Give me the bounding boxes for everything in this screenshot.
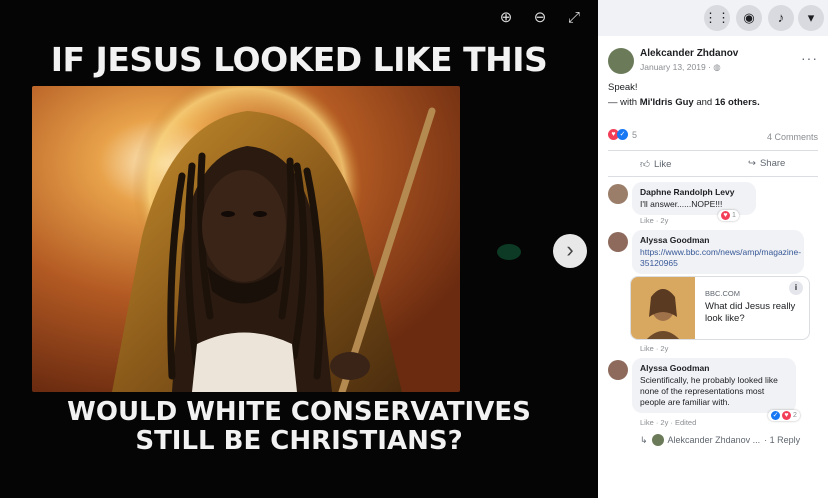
comment-count[interactable]: 4 Comments (767, 132, 818, 142)
globe-icon: ◍ (713, 62, 721, 72)
reply-arrow-icon: ↳ (640, 434, 648, 445)
next-photo-button[interactable]: › (553, 234, 587, 268)
reaction-count: 5 (632, 129, 638, 140)
meme-bottom-text: WOULD WHITE CONSERVATIVES STILL BE CHRIS… (0, 398, 598, 456)
love-icon: ♥ (782, 411, 791, 420)
account-caret-icon[interactable]: ▾ (798, 5, 824, 31)
zoom-in-icon[interactable]: ⊕ (496, 8, 516, 28)
comment-text: I'll answer......NOPE!!! (640, 199, 723, 209)
comment-text: Scientifically, he probably looked like … (640, 375, 778, 407)
comment-meta[interactable]: Like · 2y (640, 216, 668, 225)
bell-icon[interactable]: ♪ (768, 5, 794, 31)
viewer-toolbar: ⊕ ⊖ ⤢ (496, 8, 584, 28)
link-preview-thumbnail (631, 277, 695, 339)
comment-bubble: Daphne Randolph Levy I'll answer......NO… (632, 182, 756, 215)
comment-meta[interactable]: Like · 2y (640, 344, 668, 353)
share-icon: ↪ (748, 158, 756, 169)
tagged-mid: and (693, 97, 715, 108)
tagged-others-link[interactable]: 16 others. (715, 97, 760, 108)
cursor-reflection (497, 244, 521, 260)
more-options-button[interactable]: ··· (801, 50, 818, 66)
thumbs-up-icon: 👍︎ (640, 159, 650, 170)
grid-menu-icon[interactable]: ⋮⋮ (704, 5, 730, 31)
commenter-avatar[interactable] (608, 184, 628, 204)
zoom-out-icon[interactable]: ⊖ (530, 8, 550, 28)
meme-bottom-line1: WOULD WHITE CONSERVATIVES (67, 397, 531, 427)
author-avatar[interactable] (608, 48, 634, 74)
tagged-person-link[interactable]: Mi'Idris Guy (640, 97, 694, 108)
post-text: Speak! (608, 82, 638, 93)
post-author[interactable]: Alekcander Zhdanov (640, 48, 738, 59)
view-replies-link[interactable]: ↳ Alekcander Zhdanov ... · 1 Reply (640, 434, 800, 446)
like-icon: ✓ (771, 411, 780, 420)
post-panel: Alekcander Zhdanov January 13, 2019 · ◍ … (598, 36, 828, 498)
commenter-avatar[interactable] (608, 232, 628, 252)
comment-reactions[interactable]: ♥ 1 (718, 210, 739, 221)
comment-bubble: Alyssa Goodman Scientifically, he probab… (632, 358, 796, 413)
meme-top-text: IF JESUS LOOKED LIKE THIS (50, 40, 548, 79)
comment-author[interactable]: Alyssa Goodman (640, 363, 788, 373)
reactions-summary[interactable]: ♥ ✓ 5 (608, 129, 637, 140)
love-icon: ♥ (721, 211, 730, 220)
like-icon: ✓ (617, 129, 628, 140)
divider (608, 150, 818, 151)
link-preview-card[interactable]: BBC.COM What did Jesus really look like?… (630, 276, 810, 340)
comment-meta[interactable]: Like · 2y · Edited (640, 418, 696, 427)
link-title: What did Jesus really look like? (705, 301, 796, 324)
jesus-painting (32, 86, 460, 392)
reply-author: Alekcander Zhdanov ... (667, 435, 761, 445)
comment-link[interactable]: https://www.bbc.com/news/amp/magazine-35… (640, 247, 801, 269)
comment-react-count: 1 (732, 212, 736, 219)
info-icon[interactable]: i (789, 281, 803, 295)
share-button[interactable]: ↪ Share (748, 158, 785, 169)
comment-author[interactable]: Alyssa Goodman (640, 235, 796, 245)
tagged-prefix: — with (608, 97, 640, 108)
share-label: Share (759, 158, 786, 169)
chevron-right-icon: › (566, 237, 574, 262)
photo-viewer: ⊕ ⊖ ⤢ IF JESUS LOOKED LIKE THIS WOULD WH… (0, 0, 598, 498)
comment-bubble: Alyssa Goodman https://www.bbc.com/news/… (632, 230, 804, 274)
tagged-line: — with Mi'Idris Guy and 16 others. (608, 97, 760, 108)
top-nav-bar: ⋮⋮ ◉ ♪ ▾ (598, 0, 828, 36)
comment-reactions[interactable]: ✓ ♥ 2 (768, 410, 800, 421)
divider (608, 176, 818, 177)
reply-count: · 1 Reply (764, 435, 801, 445)
post-date[interactable]: January 13, 2019 · ◍ (640, 62, 721, 73)
like-button[interactable]: 👍︎ Like (640, 158, 672, 171)
comment-author[interactable]: Daphne Randolph Levy (640, 187, 748, 197)
commenter-avatar[interactable] (608, 360, 628, 380)
comment-react-count: 2 (793, 412, 797, 419)
fullscreen-icon[interactable]: ⤢ (564, 8, 584, 28)
messenger-icon[interactable]: ◉ (736, 5, 762, 31)
reply-avatar (651, 434, 664, 446)
link-domain: BBC.COM (705, 289, 741, 298)
meme-bottom-line2: STILL BE CHRISTIANS? (135, 426, 463, 456)
post-date-text: January 13, 2019 · (640, 62, 714, 72)
like-label: Like (653, 158, 672, 170)
